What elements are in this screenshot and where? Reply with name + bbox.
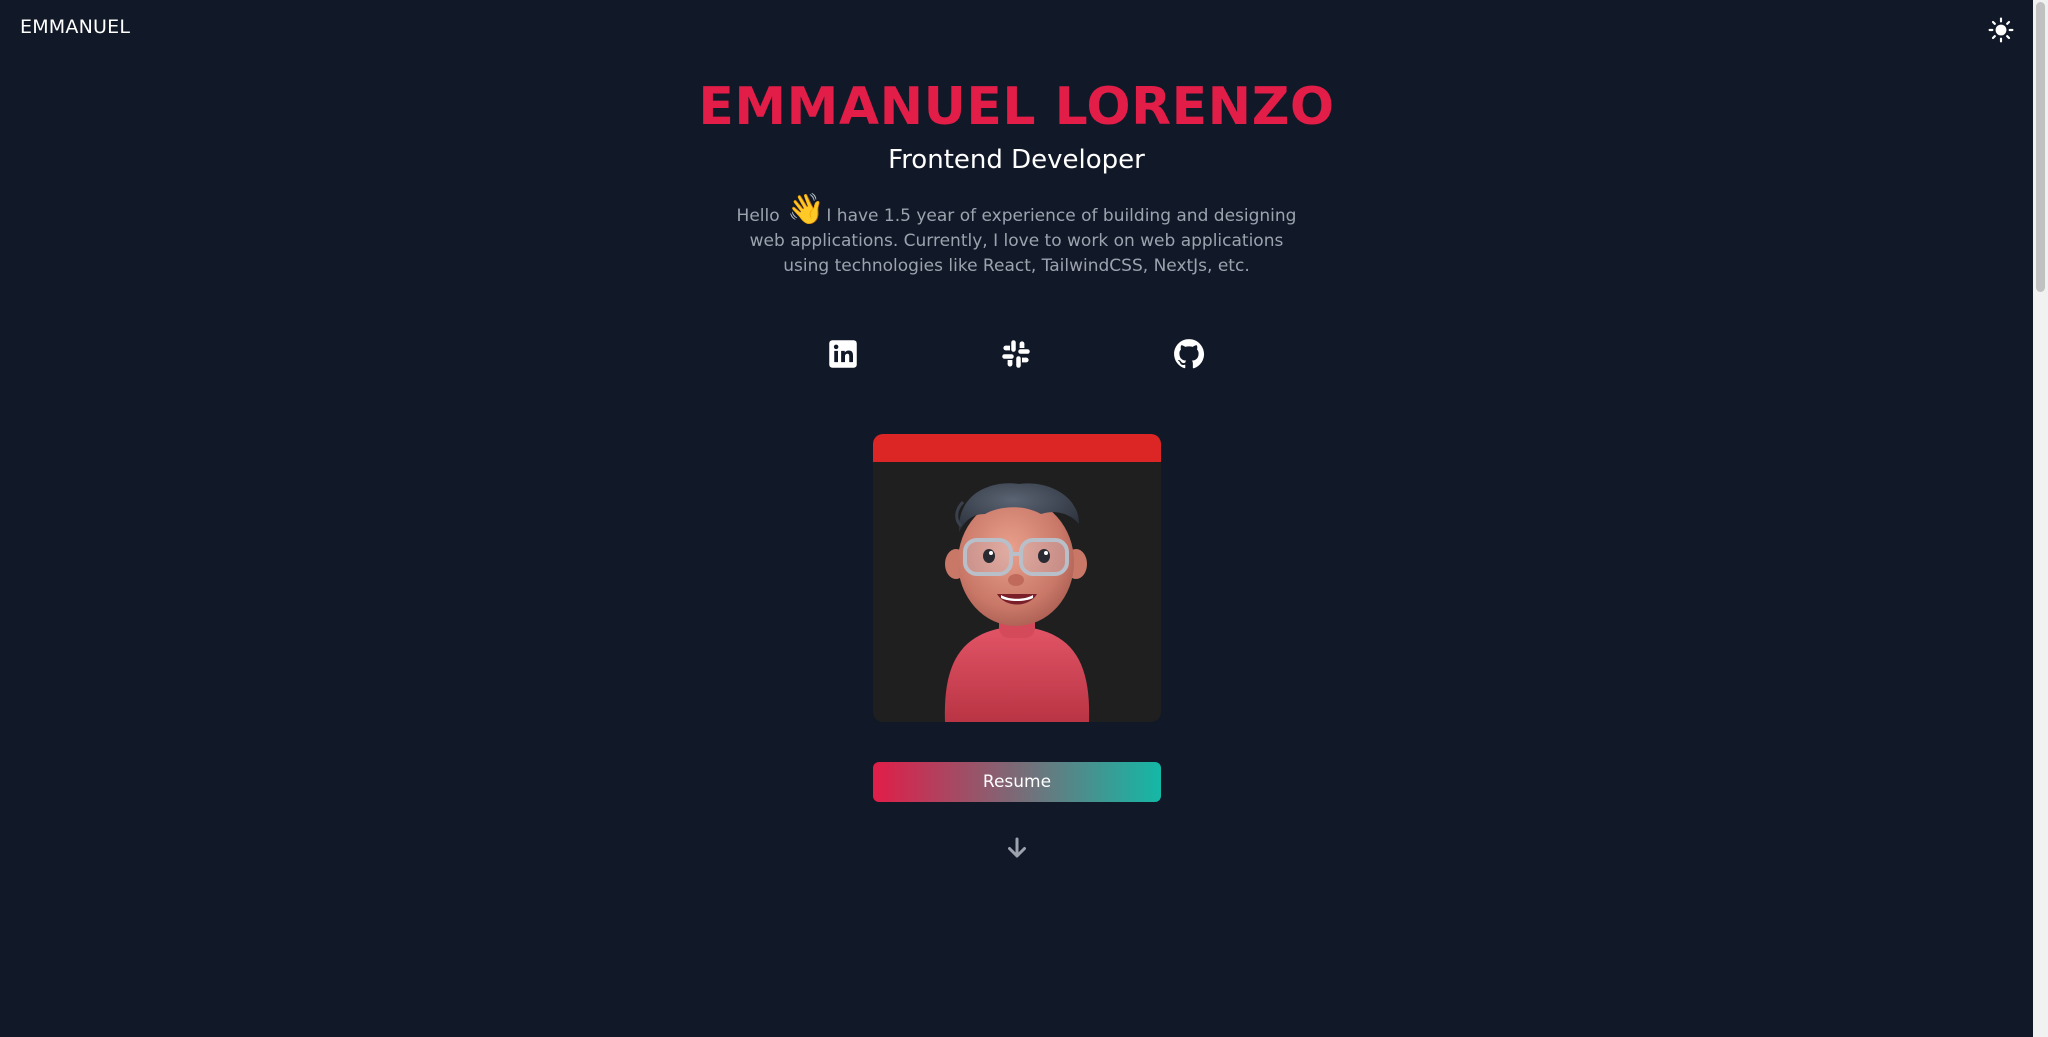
sun-icon — [1988, 17, 2014, 43]
brand-logo[interactable]: EMMANUEL — [20, 16, 130, 38]
github-link[interactable] — [1171, 336, 1207, 372]
bio-greeting: Hello — [736, 206, 780, 226]
avatar-card — [873, 434, 1161, 722]
scroll-down-button[interactable] — [1003, 834, 1031, 862]
scrollbar-thumb[interactable] — [2036, 2, 2045, 292]
avatar-card-header — [873, 434, 1161, 462]
page: EMMANUEL EMMANUEL LORENZO Frontend Devel… — [0, 0, 2048, 1037]
hero-name: EMMANUEL LORENZO — [698, 77, 1335, 137]
hero-role: Frontend Developer — [888, 145, 1145, 175]
theme-toggle-button[interactable] — [1987, 16, 2015, 44]
waving-hand-icon: 👋 — [787, 192, 825, 227]
social-links — [0, 336, 2033, 372]
bio-text: I have 1.5 year of experience of buildin… — [749, 206, 1297, 276]
avatar — [944, 483, 1090, 722]
page-scrollbar[interactable] — [2033, 0, 2048, 1037]
hero-bio: Hello 👋 I have 1.5 year of experience of … — [730, 192, 1303, 279]
linkedin-link[interactable] — [825, 336, 861, 372]
slack-icon — [1002, 340, 1030, 368]
arrow-down-icon — [1008, 837, 1026, 858]
slack-link[interactable] — [998, 336, 1034, 372]
linkedin-icon — [829, 340, 857, 368]
resume-button[interactable]: Resume — [873, 762, 1161, 802]
github-icon — [1174, 339, 1205, 369]
